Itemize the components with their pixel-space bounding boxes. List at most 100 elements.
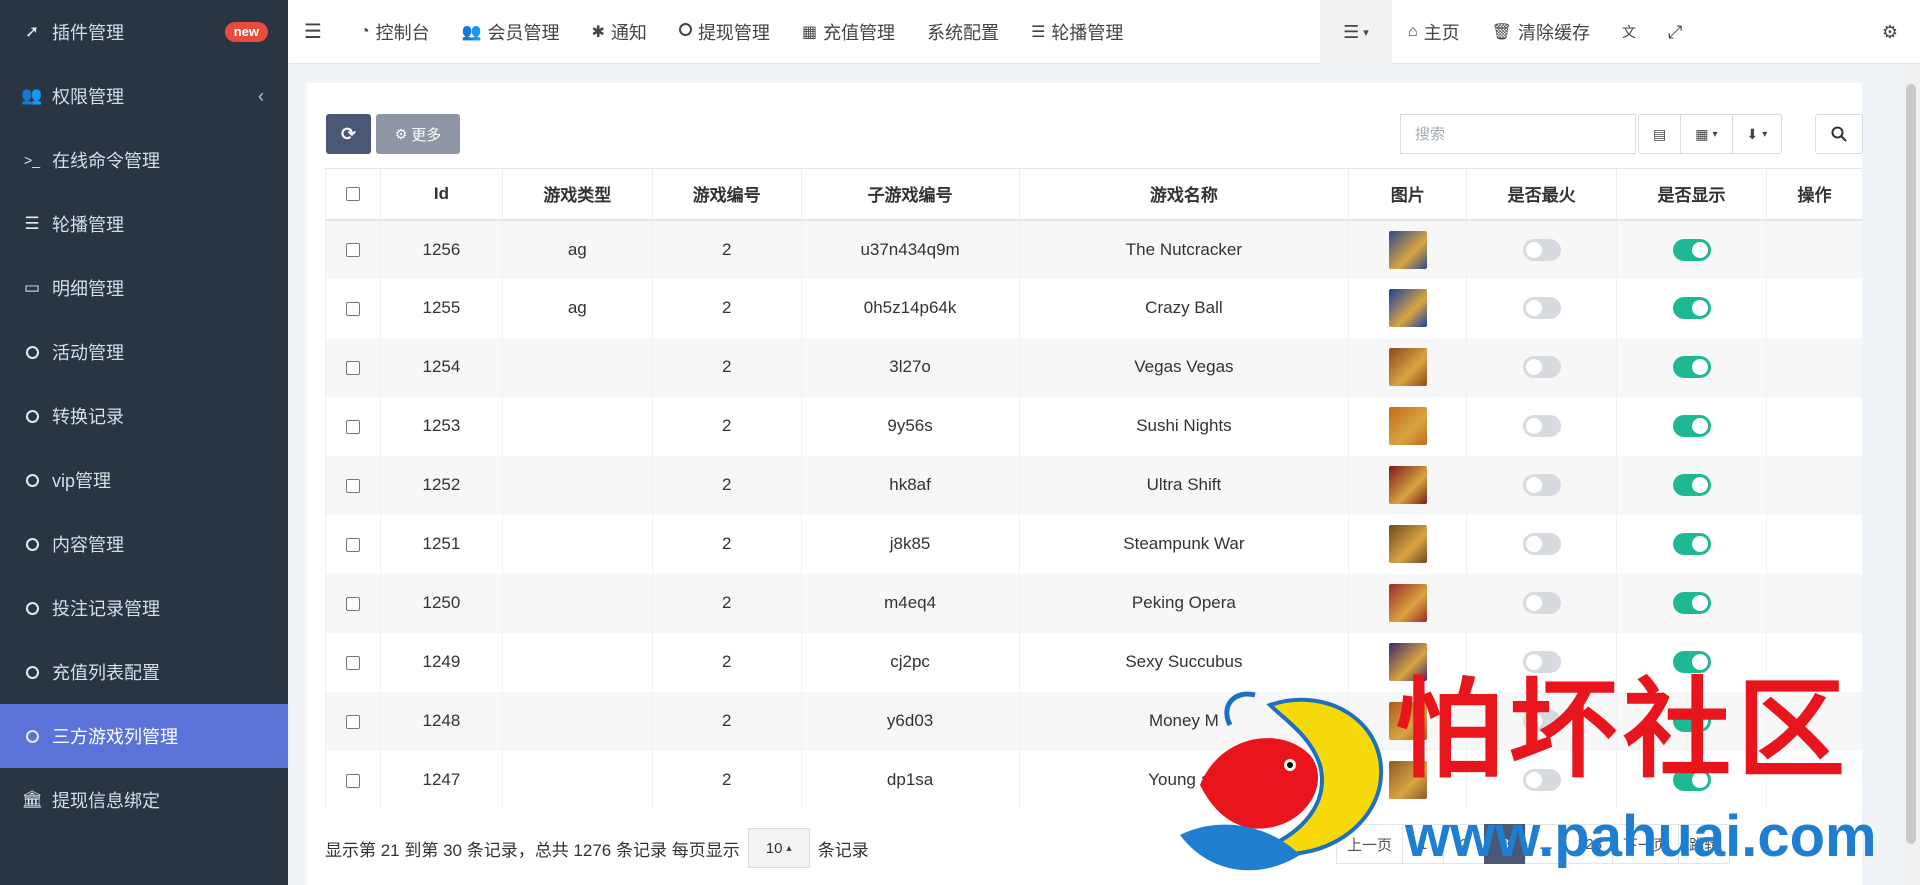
sidebar-item-11[interactable]: 三方游戏列管理	[0, 704, 288, 768]
topnav-label: 系统配置	[927, 22, 1000, 43]
hot-toggle[interactable]	[1522, 356, 1561, 378]
col-game-no[interactable]: 游戏编号	[651, 168, 802, 221]
search-input[interactable]	[1400, 114, 1636, 154]
row-checkbox[interactable]	[345, 419, 360, 434]
toggle-view-button[interactable]: ▤	[1639, 115, 1682, 153]
sidebar-item-12[interactable]: 🏛 提现信息绑定	[0, 768, 288, 832]
language-button[interactable]: 文	[1606, 0, 1652, 64]
export-dropdown[interactable]: ⬇ ▾	[1733, 115, 1782, 153]
col-game-name[interactable]: 游戏名称	[1018, 168, 1350, 221]
table-row[interactable]: 1251 2 j8k85 Steampunk War	[325, 514, 1863, 574]
cell-game-no: 2	[651, 691, 802, 751]
cell-game-name: Sushi Nights	[1018, 396, 1350, 456]
show-toggle[interactable]	[1672, 297, 1711, 319]
game-thumbnail[interactable]	[1388, 230, 1427, 269]
new-badge: new	[224, 22, 268, 42]
more-button[interactable]: ⚙ 更多	[376, 114, 460, 154]
view-mode-dropdown[interactable]: ☰ ▾	[1320, 0, 1392, 64]
row-checkbox[interactable]	[345, 478, 360, 493]
topnav-label: 提现管理	[697, 22, 770, 43]
select-all-checkbox[interactable]	[345, 187, 360, 202]
hot-toggle[interactable]	[1522, 415, 1561, 437]
cell-game-no: 2	[651, 573, 802, 633]
cell-actions	[1766, 396, 1863, 456]
cell-game-name: Steampunk War	[1018, 514, 1350, 574]
cell-is-hot	[1466, 396, 1618, 456]
topnav-item-0[interactable]: ◔ 控制台	[344, 0, 446, 64]
sidebar-item-label: 投注记录管理	[52, 599, 160, 619]
row-checkbox[interactable]	[345, 360, 360, 375]
hot-toggle[interactable]	[1522, 592, 1561, 614]
topnav-item-5[interactable]: 系统配置	[911, 0, 1015, 64]
sidebar-item-8[interactable]: 内容管理	[0, 512, 288, 576]
row-checkbox[interactable]	[345, 655, 360, 670]
sidebar-item-1[interactable]: 👥 权限管理 ‹	[0, 64, 288, 128]
table-row[interactable]: 1253 2 9y56s Sushi Nights	[325, 396, 1863, 456]
sidebar-item-9[interactable]: 投注记录管理	[0, 576, 288, 640]
search-button[interactable]	[1815, 114, 1863, 154]
hot-toggle[interactable]	[1522, 533, 1561, 555]
row-checkbox[interactable]	[345, 301, 360, 316]
sidebar-item-0[interactable]: ➚ 插件管理 new	[0, 0, 288, 64]
columns-dropdown[interactable]: ▦ ▾	[1681, 115, 1733, 153]
cell-is-shown	[1616, 455, 1767, 515]
cell-game-no: 2	[651, 396, 802, 456]
sidebar-item-6[interactable]: 转换记录	[0, 384, 288, 448]
col-game-type[interactable]: 游戏类型	[501, 168, 653, 221]
table-row[interactable]: 1256 ag 2 u37n434q9m The Nutcracker	[325, 219, 1863, 279]
col-is-shown[interactable]: 是否显示	[1616, 168, 1767, 221]
cell-game-name: Vegas Vegas	[1018, 337, 1350, 397]
terminal-icon: >_	[24, 152, 40, 168]
game-thumbnail[interactable]	[1388, 584, 1427, 622]
sidebar-item-4[interactable]: ▭ 明细管理	[0, 256, 288, 320]
game-thumbnail[interactable]	[1388, 348, 1427, 386]
row-checkbox[interactable]	[345, 714, 360, 729]
col-is-hot[interactable]: 是否最火	[1466, 168, 1618, 221]
topnav-item-6[interactable]: ☰ 轮播管理	[1015, 0, 1139, 64]
col-sub-game-no[interactable]: 子游戏编号	[800, 168, 1020, 221]
sidebar-item-2[interactable]: >_ 在线命令管理	[0, 128, 288, 192]
topnav-item-2[interactable]: ✱ 通知	[576, 0, 663, 64]
col-id[interactable]: Id	[379, 168, 503, 221]
hot-toggle[interactable]	[1522, 238, 1561, 261]
sidebar-item-5[interactable]: 活动管理	[0, 320, 288, 384]
show-toggle[interactable]	[1672, 238, 1711, 261]
show-toggle[interactable]	[1672, 356, 1711, 378]
row-checkbox[interactable]	[345, 596, 360, 611]
cell-game-no: 2	[651, 278, 802, 338]
menu-toggle-button[interactable]: ☰	[288, 0, 344, 64]
table-row[interactable]: 1255 ag 2 0h5z14p64k Crazy Ball	[325, 278, 1863, 338]
show-toggle[interactable]	[1672, 415, 1711, 437]
game-thumbnail[interactable]	[1388, 525, 1427, 563]
trash-icon: 🗑	[1491, 24, 1512, 41]
hot-toggle[interactable]	[1522, 474, 1561, 496]
game-thumbnail[interactable]	[1388, 407, 1427, 445]
show-toggle[interactable]	[1672, 533, 1711, 555]
fullscreen-button[interactable]: ⤢	[1652, 0, 1698, 64]
cell-is-shown	[1616, 573, 1767, 633]
refresh-button[interactable]: ⟳	[326, 114, 371, 154]
topnav-item-1[interactable]: 👥 会员管理	[446, 0, 576, 64]
show-toggle[interactable]	[1672, 474, 1711, 496]
page-size-dropdown[interactable]: 10 ▴	[747, 828, 810, 868]
home-link[interactable]: ⌂ 主页	[1392, 0, 1476, 64]
table-row[interactable]: 1252 2 hk8af Ultra Shift	[325, 455, 1863, 515]
hot-toggle[interactable]	[1522, 297, 1561, 319]
row-checkbox[interactable]	[345, 537, 360, 552]
cell-game-name: The Nutcracker	[1018, 219, 1350, 279]
topnav-item-3[interactable]: 提现管理	[663, 0, 786, 64]
settings-button[interactable]: ⚙	[1874, 0, 1906, 64]
topnav-item-4[interactable]: ▦ 充值管理	[786, 0, 911, 64]
show-toggle[interactable]	[1672, 592, 1711, 614]
sidebar-item-3[interactable]: ☰ 轮播管理	[0, 192, 288, 256]
row-checkbox[interactable]	[345, 773, 360, 788]
cell-is-hot	[1466, 337, 1618, 397]
clear-cache-button[interactable]: 🗑 清除缓存	[1476, 0, 1606, 64]
row-checkbox[interactable]	[345, 243, 360, 258]
game-thumbnail[interactable]	[1388, 466, 1427, 504]
table-row[interactable]: 1250 2 m4eq4 Peking Opera	[325, 573, 1863, 633]
table-row[interactable]: 1254 2 3l27o Vegas Vegas	[325, 337, 1863, 397]
sidebar-item-10[interactable]: 充值列表配置	[0, 640, 288, 704]
game-thumbnail[interactable]	[1388, 289, 1427, 327]
sidebar-item-7[interactable]: vip管理	[0, 448, 288, 512]
